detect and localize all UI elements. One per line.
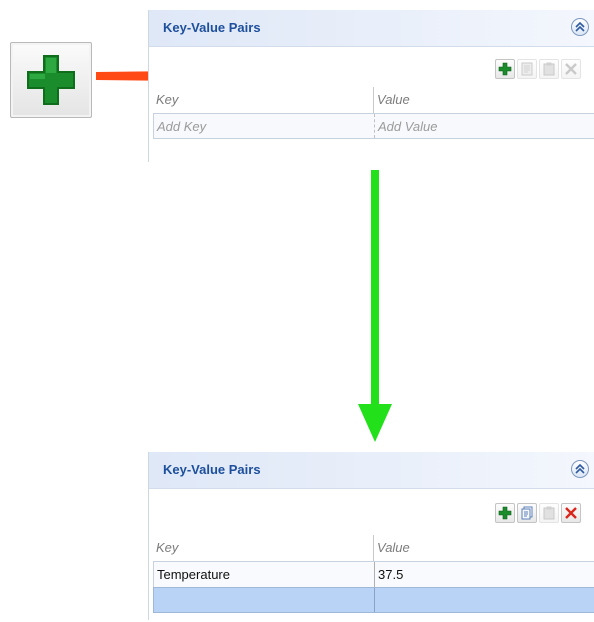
copy-icon <box>521 506 533 520</box>
key-column-header: Key <box>156 92 179 107</box>
green-arrow-head <box>358 404 392 442</box>
key-value-grid: Key Value Add Key Add Value <box>153 87 594 139</box>
copy-button[interactable] <box>517 503 537 523</box>
panel-header: Key-Value Pairs <box>149 452 594 489</box>
toolbar <box>149 489 594 535</box>
value-column-header: Value <box>373 87 594 113</box>
delete-button[interactable] <box>561 59 581 79</box>
paste-button[interactable] <box>539 503 559 523</box>
delete-icon <box>565 507 577 519</box>
delete-button[interactable] <box>561 503 581 523</box>
collapse-button[interactable] <box>571 18 589 36</box>
add-icon <box>498 62 512 76</box>
key-column-header: Key <box>156 540 179 555</box>
paste-icon <box>543 62 555 76</box>
paste-button[interactable] <box>539 59 559 79</box>
key-value-panel-before: Key-Value Pairs Key Value Add Key Add Va… <box>148 10 594 162</box>
value-cell[interactable]: 37.5 <box>374 562 594 587</box>
column-header-row: Key Value <box>153 535 594 561</box>
key-value-panel-after: Key-Value Pairs Key Value Temperature 37… <box>148 452 594 620</box>
value-column-header: Value <box>373 535 594 561</box>
toolbar <box>149 47 594 87</box>
copy-icon <box>521 62 533 76</box>
add-button[interactable] <box>495 503 515 523</box>
value-cell[interactable] <box>374 588 594 612</box>
key-cell[interactable]: Temperature <box>154 562 374 587</box>
copy-button[interactable] <box>517 59 537 79</box>
add-icon <box>498 506 512 520</box>
key-value-grid: Key Value Temperature 37.5 <box>153 535 594 613</box>
paste-icon <box>543 506 555 520</box>
panel-title: Key-Value Pairs <box>163 462 261 477</box>
key-cell[interactable] <box>154 588 374 612</box>
add-key-placeholder[interactable]: Add Key <box>154 114 374 138</box>
new-row[interactable]: Add Key Add Value <box>153 113 594 139</box>
panel-header: Key-Value Pairs <box>149 10 594 47</box>
column-header-row: Key Value <box>153 87 594 113</box>
green-arrow-shaft <box>371 170 379 410</box>
double-chevron-up-icon <box>575 21 585 32</box>
panel-title: Key-Value Pairs <box>163 20 261 35</box>
double-chevron-up-icon <box>575 463 585 474</box>
add-value-placeholder[interactable]: Add Value <box>374 114 594 138</box>
delete-icon <box>565 63 577 75</box>
add-button[interactable] <box>495 59 515 79</box>
table-row[interactable]: Temperature 37.5 <box>153 561 594 587</box>
selected-new-row[interactable] <box>153 587 594 613</box>
collapse-button[interactable] <box>571 460 589 478</box>
